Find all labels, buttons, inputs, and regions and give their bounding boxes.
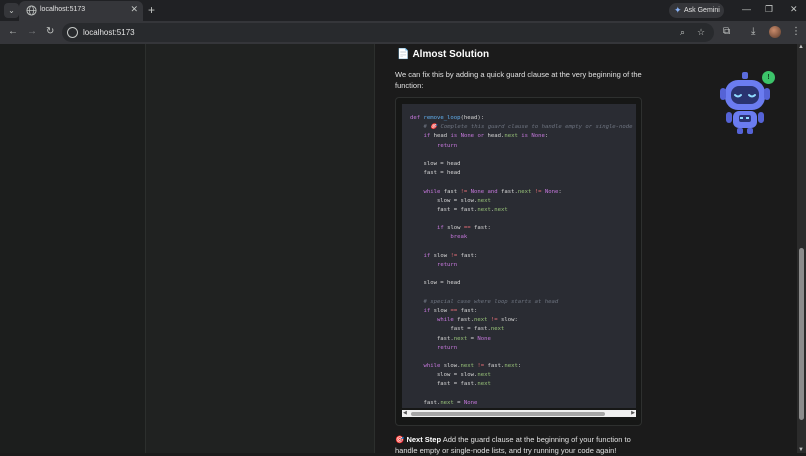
code-line: fast.next = None <box>410 335 491 342</box>
section-title-text: Almost Solution <box>412 49 490 60</box>
page-vertical-scrollbar[interactable]: ▲ ▼ <box>797 44 806 453</box>
extensions-icon[interactable]: ⧉ <box>723 26 730 38</box>
section-title: 📄 Almost Solution <box>397 49 489 60</box>
tab-title: localhost:5173 <box>40 6 86 13</box>
left-sidebar-panel <box>0 44 146 453</box>
code-line: while fast != None and fast.next != None… <box>423 188 562 195</box>
code-line: ​ <box>410 178 633 187</box>
code-line: return <box>436 262 458 268</box>
code-line: fast = fast.next.next <box>410 206 508 213</box>
code-line: ​ <box>410 353 633 362</box>
download-icon[interactable]: ⤓ <box>751 26 755 38</box>
window-close-button[interactable]: ✕ <box>790 4 798 15</box>
code-line: ​ <box>410 390 633 399</box>
code-viewport[interactable]: def remove_loop(head): # 🎯 Complete this… <box>402 104 636 408</box>
code-line: return <box>436 142 458 149</box>
browser-tab-bar: ⌄ localhost:5173 ✕ + ✦ Ask Gemini — ❐ ✕ <box>0 0 806 21</box>
code-line: ​ <box>410 243 633 252</box>
code-line: # 🎯 Complete this guard clause to handle… <box>423 124 633 131</box>
code-line: fast = head <box>410 170 461 177</box>
code-line: return <box>436 344 458 351</box>
code-horizontal-scrollbar[interactable]: ◀ ▶ <box>402 410 636 417</box>
page-scroll-thumb[interactable] <box>799 248 804 420</box>
code-line: slow = head <box>410 280 461 287</box>
reload-icon[interactable]: ↻ <box>46 26 54 38</box>
notification-badge: ! <box>762 71 775 84</box>
scroll-left-arrow-icon[interactable]: ◀ <box>403 410 407 417</box>
window-minimize-button[interactable]: — <box>742 4 751 14</box>
scroll-up-arrow-icon[interactable]: ▲ <box>798 44 804 50</box>
ask-gemini-label: Ask Gemini <box>684 7 720 14</box>
tab-search-icon[interactable]: ⌄ <box>4 3 19 18</box>
profile-avatar[interactable] <box>769 26 781 38</box>
zoom-icon[interactable]: ⌕ <box>680 27 685 38</box>
next-step-label: Next Step <box>406 435 442 444</box>
globe-icon <box>26 5 37 16</box>
browser-toolbar: ← → ↻ localhost:5173 ⌕ ☆ ⧉ ⤓ ⋮ <box>0 21 806 44</box>
code-line: def remove_loop(head): <box>410 115 485 121</box>
code-line: if slow != fast: <box>423 252 478 259</box>
url-text: localhost:5173 <box>83 28 135 37</box>
browser-tab[interactable]: localhost:5173 ✕ <box>19 1 143 21</box>
site-info-icon[interactable] <box>67 27 78 38</box>
code-lines: def remove_loop(head): # 🎯 Complete this… <box>410 114 633 408</box>
code-line: slow = head <box>410 160 461 167</box>
code-line: ​ <box>410 151 633 160</box>
code-line: slow = slow.next <box>410 372 491 379</box>
more-menu-icon[interactable]: ⋮ <box>791 26 801 38</box>
code-line: break <box>450 234 468 241</box>
back-arrow-icon[interactable]: ← <box>8 26 18 38</box>
gemini-sparkle-icon: ✦ <box>674 5 682 15</box>
new-tab-button[interactable]: + <box>148 3 155 17</box>
code-line: if head is None or head.next is None: <box>423 133 549 140</box>
code-line: fast = fast.next <box>410 381 491 388</box>
code-line: # special case where loop starts at head <box>423 298 559 305</box>
page-viewport: 📄 Almost Solution We can fix this by addi… <box>0 44 797 455</box>
code-line: ​ <box>410 289 633 298</box>
scroll-down-arrow-icon[interactable]: ▼ <box>798 447 804 453</box>
code-line: slow = slow.next <box>410 197 491 204</box>
forward-arrow-icon[interactable]: → <box>27 26 37 38</box>
address-bar[interactable]: localhost:5173 ⌕ ☆ <box>62 23 714 42</box>
target-icon: 🎯 <box>395 435 405 444</box>
code-line: fast.next = None <box>410 399 478 406</box>
document-icon: 📄 <box>397 49 410 60</box>
code-scroll-thumb[interactable] <box>411 411 605 416</box>
tab-close-icon[interactable]: ✕ <box>130 4 138 15</box>
scroll-right-arrow-icon[interactable]: ▶ <box>631 410 635 417</box>
code-line: ​ <box>410 215 633 224</box>
code-line: ​ <box>410 270 633 279</box>
ask-gemini-button[interactable]: ✦ Ask Gemini <box>669 3 724 18</box>
code-line: if slow == fast: <box>436 225 491 232</box>
code-line: while slow.next != fast.next: <box>423 363 522 370</box>
code-line: if slow == fast: <box>423 307 478 314</box>
code-line: while fast.next != slow: <box>436 317 518 324</box>
bookmark-star-icon[interactable]: ☆ <box>697 27 705 38</box>
code-line: fast = fast.next <box>410 326 505 333</box>
window-restore-button[interactable]: ❐ <box>765 4 773 15</box>
solution-description: We can fix this by adding a quick guard … <box>395 70 642 90</box>
code-block: def remove_loop(head): # 🎯 Complete this… <box>395 97 642 426</box>
chat-content: 📄 Almost Solution We can fix this by addi… <box>375 44 797 455</box>
middle-panel <box>146 44 375 453</box>
